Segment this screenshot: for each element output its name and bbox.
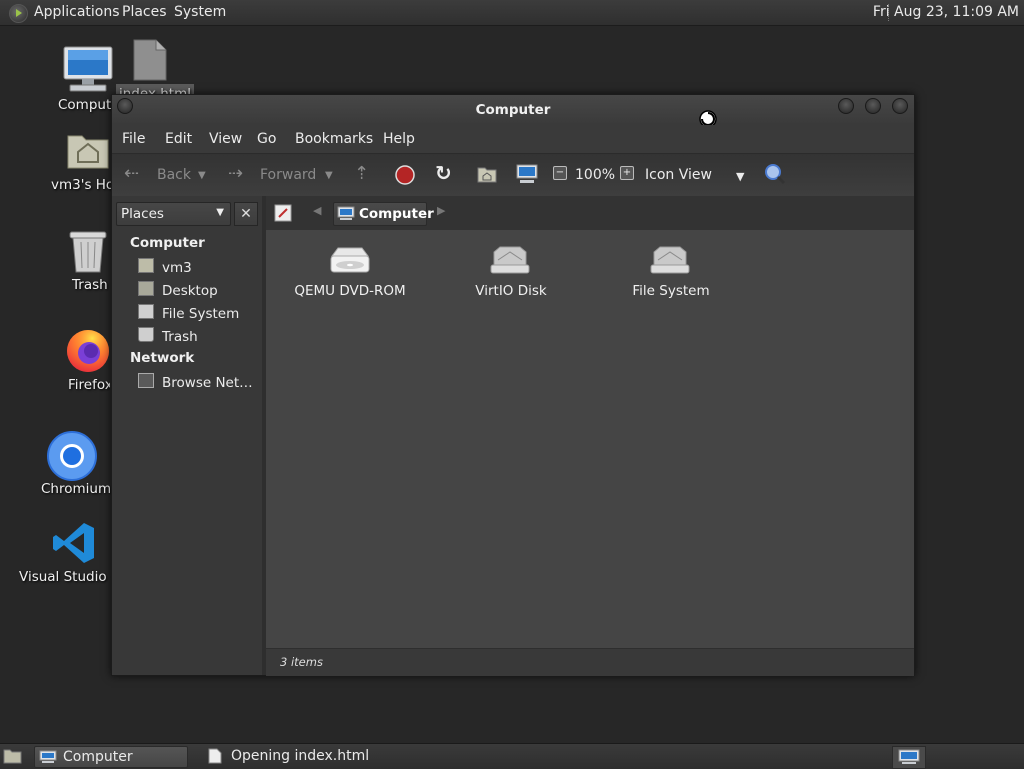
desktop-folder-icon [138, 281, 154, 296]
back-arrow-icon: ⇠ [124, 163, 140, 184]
desktop-icon-label: Trash [72, 277, 108, 293]
sidebar-item-label: File System [162, 306, 240, 322]
menu-file[interactable]: File [122, 131, 145, 147]
file-icon [208, 748, 222, 764]
home-folder-icon [67, 135, 109, 169]
crumb-right-icon[interactable]: ▶ [437, 204, 445, 217]
workspace-switcher[interactable] [892, 746, 926, 769]
forward-arrow-icon: ⇢ [228, 163, 244, 184]
computer-icon [337, 206, 355, 220]
sidebar-item-label: Browse Net… [162, 375, 253, 391]
window-title: Computer [475, 102, 551, 118]
vscode-icon [53, 523, 94, 563]
back-label: Back [157, 167, 191, 183]
sidebar-selector[interactable]: Places ▼ [116, 202, 231, 226]
hard-disk-icon [490, 246, 530, 274]
taskbar-item-computer[interactable]: Computer [34, 746, 188, 768]
menu-view[interactable]: View [209, 131, 242, 147]
file-manager-window: Computer File Edit View Go Bookmarks Hel… [111, 94, 915, 676]
menu-bookmarks[interactable]: Bookmarks [295, 131, 373, 147]
home-folder-icon [138, 258, 154, 273]
sidebar-close-button[interactable]: ✕ [234, 202, 258, 226]
sidebar-item-label: Trash [162, 329, 198, 345]
computer-icon [898, 749, 920, 764]
search-icon[interactable] [764, 163, 786, 185]
taskbar-item-label: Computer [63, 749, 133, 765]
sidebar-item-label: vm3 [162, 260, 192, 276]
close-button[interactable] [892, 98, 908, 114]
distro-logo-icon[interactable] [9, 4, 28, 23]
breadcrumb-label: Computer [359, 206, 434, 222]
edit-location-icon[interactable] [274, 204, 292, 222]
taskbar-item-opening-index[interactable]: Opening index.html [204, 746, 374, 766]
computer-icon[interactable] [516, 164, 538, 184]
sidebar-selector-label: Places [121, 206, 164, 222]
file-item-label: File System [632, 283, 710, 299]
trash-icon [138, 327, 154, 342]
chromium-icon [47, 431, 97, 481]
trash-icon [69, 231, 107, 273]
menu-go[interactable]: Go [257, 131, 276, 147]
forward-history-dropdown-icon[interactable]: ▼ [325, 170, 333, 181]
taskbar-item-label: Opening index.html [231, 748, 370, 764]
home-icon[interactable] [477, 165, 497, 183]
sidebar-item-trash[interactable]: Trash [138, 327, 198, 345]
zoom-level[interactable]: 100% [575, 167, 615, 183]
applications-menu[interactable]: Applications [34, 4, 120, 20]
file-item-label: QEMU DVD-ROM [294, 283, 406, 299]
zoom-out-icon[interactable]: − [553, 166, 567, 180]
bottom-panel: Computer Opening index.html [0, 743, 1024, 769]
window-titlebar[interactable]: Computer [112, 95, 914, 128]
places-menu[interactable]: Places [122, 4, 167, 20]
desktop-icon-label: Firefox [68, 377, 110, 393]
hard-disk-icon [650, 246, 690, 274]
menu-edit[interactable]: Edit [165, 131, 192, 147]
sidebar-item-label: Desktop [162, 283, 218, 299]
menu-help[interactable]: Help [383, 131, 415, 147]
file-view: QEMU DVD-ROM VirtIO Disk File System [266, 230, 914, 648]
sidebar-item-browse-network[interactable]: Browse Net… [138, 373, 253, 391]
desktop-icon-label: Chromium [41, 481, 112, 497]
system-menu[interactable]: System [174, 4, 226, 20]
file-icon [133, 39, 167, 81]
clock[interactable]: Fri Aug 23, 11:09 AM [873, 4, 1019, 20]
firefox-icon [67, 330, 109, 372]
reload-icon[interactable]: ↻ [435, 161, 452, 185]
item-count: 3 items [280, 655, 323, 669]
sidebar-item-file-system[interactable]: File System [138, 304, 239, 322]
desktop-icon-label: vm3's Home [51, 177, 111, 193]
view-mode-dropdown-icon[interactable]: ▼ [736, 170, 744, 183]
sidebar-item-vm3[interactable]: vm3 [138, 258, 192, 276]
computer-icon [63, 46, 113, 92]
zoom-in-icon[interactable]: + [620, 166, 634, 180]
up-arrow-icon[interactable]: ⇡ [354, 163, 369, 184]
sidebar-item-desktop[interactable]: Desktop [138, 281, 218, 299]
sidebar: Places ▼ ✕ Computer vm3 Desktop File Sys… [112, 196, 266, 675]
file-item-label: VirtIO Disk [475, 283, 547, 299]
network-icon [138, 373, 154, 388]
chevron-down-icon: ▼ [216, 207, 224, 218]
breadcrumb-computer[interactable]: Computer [333, 202, 434, 226]
stop-icon[interactable] [395, 165, 415, 185]
back-history-dropdown-icon[interactable]: ▼ [198, 170, 206, 181]
show-desktop-icon[interactable] [3, 748, 22, 764]
toolbar: ⇠ Back ▼ ⇢ Forward ▼ ⇡ ↻ − 100% + Icon V… [112, 153, 914, 197]
optical-drive-icon [330, 247, 370, 273]
statusbar: 3 items [266, 648, 914, 676]
maximize-button[interactable] [865, 98, 881, 114]
sidebar-section-network: Network [130, 350, 195, 366]
view-mode-select[interactable]: Icon View [645, 167, 712, 183]
forward-label: Forward [260, 167, 317, 183]
menubar: File Edit View Go Bookmarks Help [112, 125, 914, 151]
minimize-button[interactable] [838, 98, 854, 114]
desktop-icon-label: Visual Studio Code [19, 569, 111, 585]
crumb-left-icon[interactable]: ◀ [313, 204, 321, 217]
sidebar-section-computer: Computer [130, 235, 205, 251]
hard-disk-icon [138, 304, 154, 319]
computer-icon [39, 750, 57, 763]
location-bar: ◀ Computer ▶ [266, 196, 914, 230]
top-panel: Applications Places System Fri Aug 23, 1… [0, 0, 1024, 26]
